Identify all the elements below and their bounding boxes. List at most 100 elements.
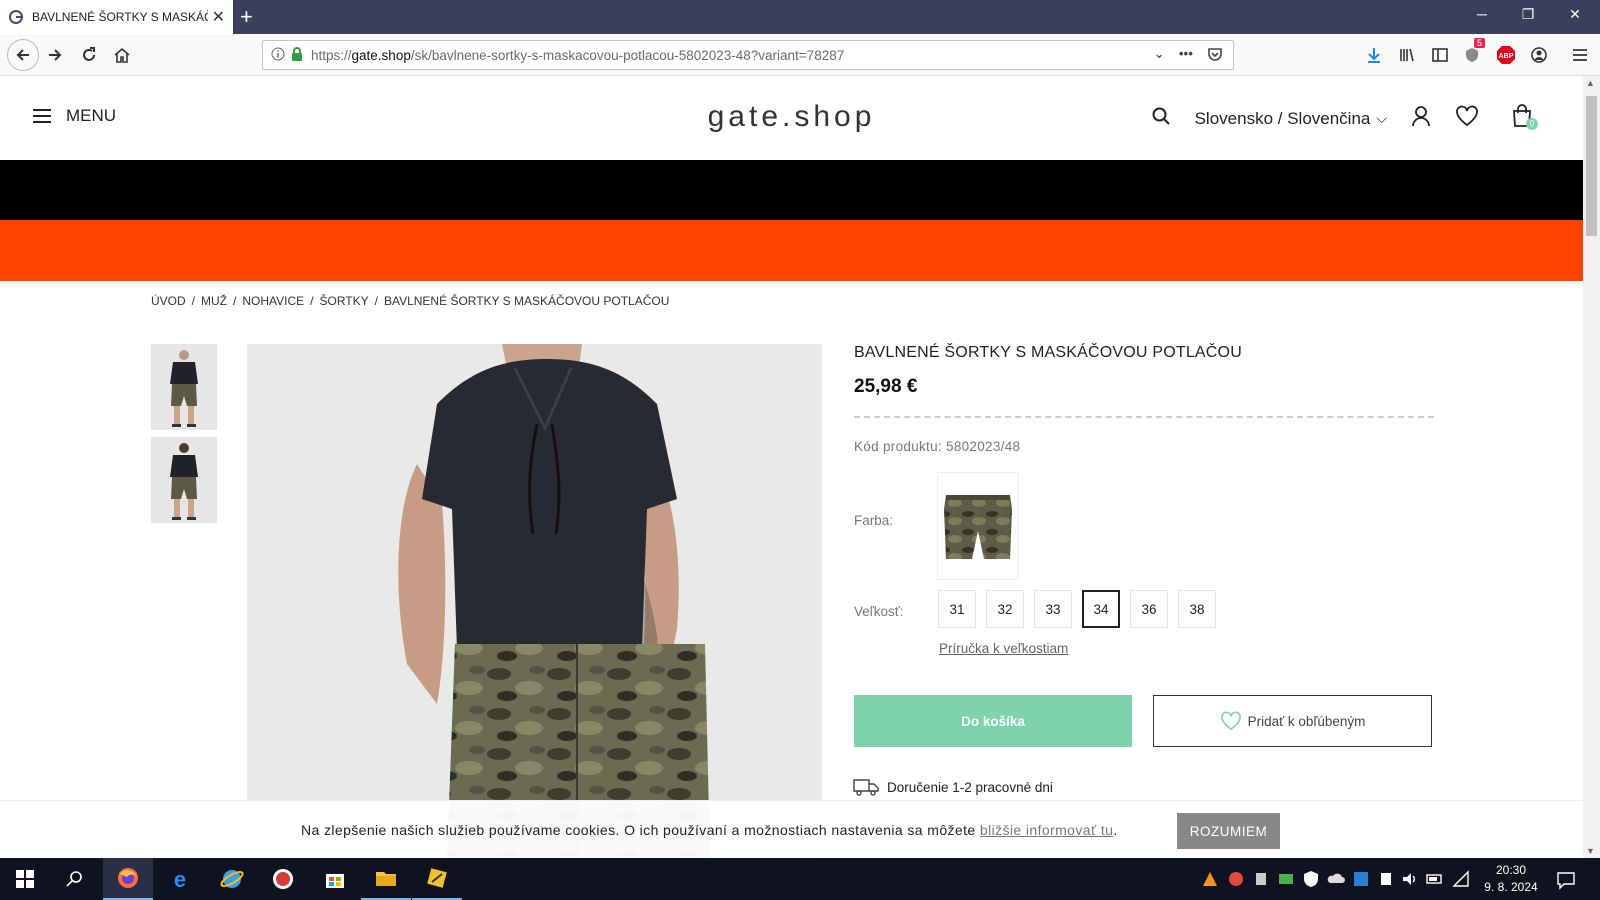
breadcrumb-item[interactable]: ÚVOD — [151, 294, 186, 308]
edge-taskbar-app[interactable]: e — [155, 858, 205, 900]
tray-app-icon-4[interactable] — [1277, 870, 1295, 888]
arrow-left-icon — [16, 49, 29, 61]
add-to-favorites-button[interactable]: Pridať k obľúbeným — [1153, 695, 1432, 747]
home-icon — [114, 47, 130, 63]
size-selector: 31 32 33 34 36 38 — [938, 590, 1216, 628]
reload-button[interactable] — [75, 41, 103, 69]
size-option[interactable]: 32 — [986, 590, 1024, 628]
heart-icon[interactable] — [1455, 105, 1479, 132]
page-scrollbar[interactable]: ▲ ▼ — [1583, 76, 1600, 858]
delivery-truck-icon — [853, 779, 879, 796]
search-icon[interactable] — [1151, 106, 1171, 131]
sidebar-icon[interactable] — [1428, 43, 1452, 67]
tray-app-icon-1[interactable] — [1201, 870, 1219, 888]
download-icon[interactable] — [1362, 43, 1386, 67]
breadcrumb-item[interactable]: MUŽ — [201, 294, 227, 308]
app-taskbar-yellow[interactable] — [412, 858, 462, 900]
adblock-plus-icon[interactable]: ABP — [1494, 43, 1518, 67]
address-bar[interactable]: https://gate.shop/sk/bavlnene-sortky-s-m… — [262, 40, 1234, 70]
browser-tab-active[interactable]: BAVLNENÉ ŠORTKY S MASKÁČ ✕ — [0, 0, 233, 34]
breadcrumb-item[interactable]: NOHAVICE — [242, 294, 304, 308]
cart-button[interactable]: 0 — [1511, 104, 1538, 133]
clock-time: 20:30 — [1495, 863, 1527, 877]
delivery-info: Doručenie 1-2 pracovné dni — [853, 778, 1053, 796]
info-icon[interactable] — [271, 47, 285, 64]
notification-center-icon[interactable] — [1556, 870, 1576, 890]
scroll-up-icon[interactable]: ▲ — [1586, 78, 1595, 88]
url-text[interactable]: https://gate.shop/sk/bavlnene-sortky-s-m… — [311, 48, 1154, 63]
cookie-accept-button[interactable]: ROZUMIEM — [1177, 813, 1280, 849]
restore-button[interactable]: ❐ — [1508, 6, 1548, 23]
file-explorer-taskbar-app[interactable] — [361, 858, 411, 900]
chevron-down-icon[interactable]: ⌄ — [1154, 46, 1165, 65]
window-close-button[interactable]: ✕ — [1555, 6, 1595, 23]
tray-app-icon-2[interactable] — [1227, 870, 1245, 888]
volume-icon[interactable] — [1401, 870, 1419, 888]
account-icon[interactable] — [1527, 43, 1551, 67]
cookie-info-link[interactable]: bližšie informovať tu — [980, 822, 1113, 838]
user-icon[interactable] — [1411, 105, 1431, 132]
store-taskbar-app[interactable] — [310, 858, 360, 900]
wifi-icon[interactable] — [1452, 870, 1470, 888]
device-tray-icon[interactable] — [1377, 870, 1395, 888]
breadcrumb-item[interactable]: ŠORTKY — [320, 294, 369, 308]
locale-selector[interactable]: Slovensko / Slovenčina ⌵ — [1195, 109, 1387, 129]
add-to-cart-button[interactable]: Do košíka — [854, 695, 1132, 747]
product-price: 25,98 € — [854, 376, 918, 397]
promo-banner-orange — [0, 220, 1583, 281]
onedrive-tray-icon[interactable] — [1327, 870, 1345, 888]
size-option[interactable]: 33 — [1034, 590, 1072, 628]
site-header: MENU gate.shop Slovensko / Slovenčina ⌵ … — [0, 76, 1583, 160]
reload-icon — [83, 47, 95, 61]
scrollbar-thumb[interactable] — [1586, 96, 1597, 236]
color-swatch-camo[interactable] — [937, 472, 1019, 580]
pocket-icon[interactable] — [1207, 46, 1223, 65]
promo-banner-black — [0, 160, 1583, 220]
app-taskbar-red-circle[interactable] — [258, 858, 308, 900]
scroll-down-icon[interactable]: ▼ — [1586, 846, 1595, 856]
back-button[interactable] — [7, 39, 39, 71]
product-code: Kód produktu: 5802023/48 — [854, 439, 1021, 454]
ie-taskbar-app[interactable] — [207, 858, 257, 900]
size-option[interactable]: 36 — [1130, 590, 1168, 628]
shield-tray-icon[interactable] — [1302, 870, 1320, 888]
product-thumbnail-1[interactable] — [151, 344, 217, 430]
lock-icon — [291, 46, 303, 64]
network-app-tray-icon[interactable] — [1352, 870, 1370, 888]
firefox-taskbar-app[interactable] — [103, 858, 153, 900]
browser-tab-bar: BAVLNENÉ ŠORTKY S MASKÁČ ✕ + ─ ❐ ✕ — [0, 0, 1600, 34]
search-taskbar-button[interactable] — [50, 858, 100, 900]
red-app-icon — [273, 869, 293, 889]
size-guide-link[interactable]: Príručka k veľkostiam — [939, 641, 1068, 656]
forward-button[interactable] — [41, 41, 69, 69]
chevron-down-icon: ⌵ — [1376, 110, 1387, 126]
tray-app-icon-3[interactable] — [1252, 870, 1270, 888]
size-option[interactable]: 31 — [938, 590, 976, 628]
size-option-selected[interactable]: 34 — [1082, 590, 1120, 628]
folder-icon — [376, 872, 396, 886]
windows-logo-icon — [16, 870, 34, 888]
library-icon[interactable] — [1395, 43, 1419, 67]
store-icon — [326, 874, 344, 888]
minimize-button[interactable]: ─ — [1462, 6, 1502, 22]
system-clock[interactable]: 20:30 9. 8. 2024 — [1478, 862, 1544, 896]
tab-close-icon[interactable]: ✕ — [212, 7, 225, 27]
size-option[interactable]: 38 — [1178, 590, 1216, 628]
edge-icon: e — [174, 867, 186, 891]
search-icon — [66, 871, 82, 887]
start-button[interactable] — [0, 858, 50, 900]
product-thumbnail-2[interactable] — [151, 437, 217, 523]
more-actions-icon[interactable]: ••• — [1179, 46, 1193, 65]
windows-taskbar: e 20:30 9. 8. 2024 — [0, 858, 1600, 900]
battery-icon[interactable] — [1426, 870, 1444, 888]
product-title: BAVLNENÉ ŠORTKY S MASKÁČOVOU POTLAČOU — [854, 344, 1242, 361]
breadcrumb: ÚVOD / MUŽ / NOHAVICE / ŠORTKY / BAVLNENÉ ŠO… — [151, 294, 670, 308]
clock-date: 9. 8. 2024 — [1484, 880, 1538, 894]
privacy-badger-icon[interactable]: 5 — [1460, 38, 1486, 67]
heart-icon — [1220, 711, 1241, 731]
hamburger-menu-icon[interactable] — [1568, 43, 1592, 67]
home-button[interactable] — [108, 41, 136, 69]
product-main-image[interactable] — [247, 344, 822, 858]
divider — [854, 416, 1434, 418]
new-tab-button[interactable]: + — [240, 4, 253, 30]
